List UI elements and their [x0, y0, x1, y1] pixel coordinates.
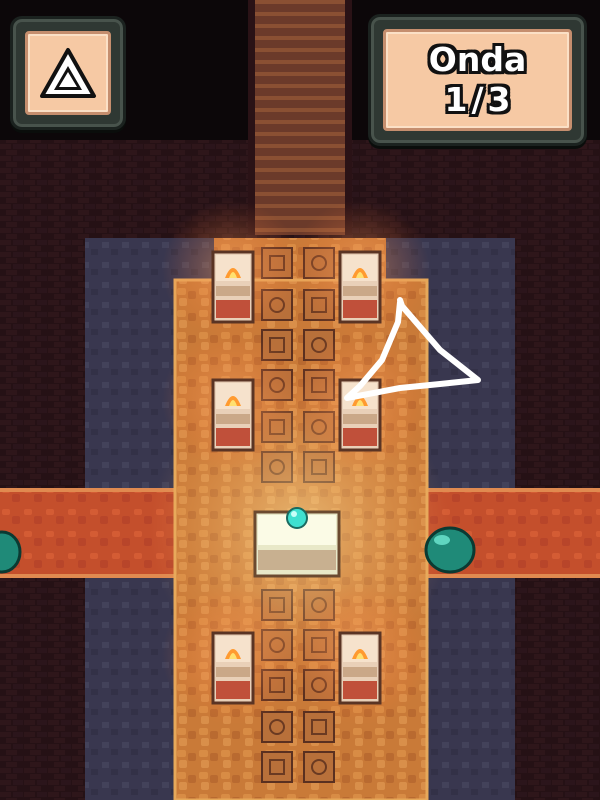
wave-label: Onda: [428, 40, 527, 79]
triangle-icon: [40, 48, 96, 98]
wave-panel-face: Onda 1 / 3: [383, 29, 572, 131]
wave-counter: 1 / 3: [445, 80, 511, 120]
wave-current: 1: [444, 80, 468, 119]
altar: [253, 507, 341, 578]
brazier: [211, 378, 255, 452]
wave-separator: /: [471, 80, 484, 119]
brazier: [338, 250, 382, 324]
floor-tile: [303, 751, 335, 783]
staircase: [255, 0, 345, 235]
shape-button[interactable]: [10, 16, 126, 130]
brazier: [211, 250, 255, 324]
brazier: [211, 631, 255, 705]
wave-total: 3: [487, 80, 511, 119]
floor-tile: [261, 751, 293, 783]
brazier: [338, 631, 382, 705]
floor-tile: [261, 711, 293, 743]
slime-enemy[interactable]: [424, 526, 476, 574]
wave-panel: Onda 1 / 3: [368, 14, 587, 146]
shape-button-face: [25, 31, 111, 115]
altar-gem-icon: [286, 507, 308, 529]
